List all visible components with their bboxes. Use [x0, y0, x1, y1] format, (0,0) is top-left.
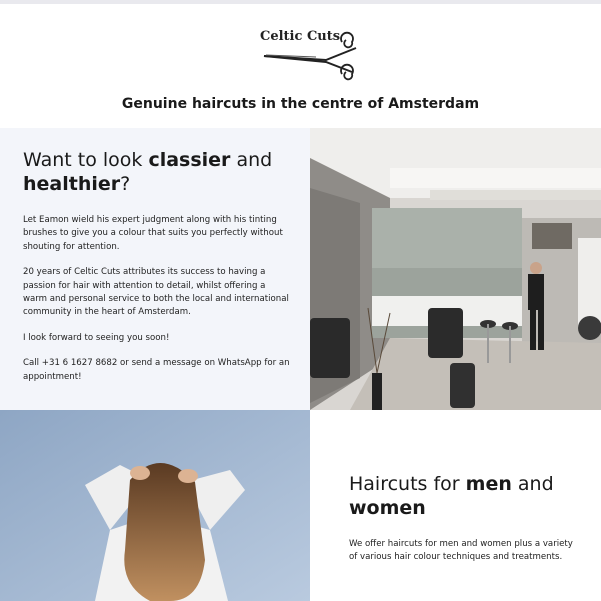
woman-hair-photo: [0, 410, 310, 601]
header: Celtic Cuts: [0, 4, 601, 92]
celtic-cuts-logo[interactable]: Celtic Cuts: [256, 26, 360, 86]
contact-paragraph: Call +31 6 1627 8682 or send a message o…: [23, 358, 290, 382]
section-haircuts: Haircuts for men and women We offer hair…: [0, 410, 601, 601]
haircuts-paragraph: We offer haircuts for men and women plus…: [349, 539, 573, 563]
closing-paragraph: I look forward to seeing you soon!: [23, 332, 170, 343]
haircuts-panel: Haircuts for men and women We offer hair…: [310, 410, 601, 601]
scissors-icon: [263, 31, 357, 81]
history-paragraph: 20 years of Celtic Cuts attributes its s…: [23, 267, 289, 318]
salon-interior-photo: [310, 128, 601, 410]
intro-paragraph: Let Eamon wield his expert judgment alon…: [23, 215, 283, 252]
intro-heading: Want to look classier and healthier?: [23, 149, 273, 195]
haircuts-heading: Haircuts for men and women: [349, 473, 554, 519]
tagline: Genuine haircuts in the centre of Amster…: [121, 96, 480, 112]
intro-panel: Want to look classier and healthier? Let…: [0, 128, 310, 410]
section-colour: Want to look classier and healthier? Let…: [0, 128, 601, 410]
